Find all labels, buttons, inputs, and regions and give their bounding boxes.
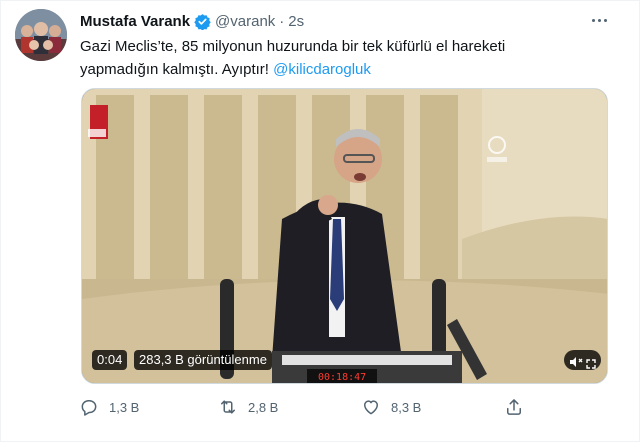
fullscreen-icon[interactable] (586, 355, 596, 369)
video-frame: 00:18:47 (82, 89, 607, 383)
like-icon (364, 400, 378, 415)
avatar[interactable] (15, 9, 67, 61)
share-icon (507, 399, 521, 415)
tweet-text: Gazi Meclis’te, 85 milyonun huzurunda bi… (80, 35, 560, 81)
tweet-card[interactable]: Mustafa Varank @varank · 2s Gazi Meclis’… (0, 0, 640, 442)
mention-link[interactable]: @kilicdarogluk (273, 61, 371, 78)
separator-dot: · (279, 12, 285, 30)
sound-icon[interactable] (569, 354, 583, 367)
retweet-button[interactable]: 2,8 B (218, 395, 278, 419)
more-icon[interactable] (586, 10, 612, 30)
like-count: 8,3 B (391, 399, 422, 415)
video-controls[interactable] (564, 350, 601, 370)
retweet-icon (221, 400, 235, 414)
author-name[interactable]: Mustafa Varank (80, 13, 190, 30)
video-duration: 0:04 (92, 350, 128, 370)
reply-icon (81, 400, 97, 416)
reply-count: 1,3 B (109, 399, 140, 415)
verified-badge-icon (194, 13, 211, 30)
podium-clock: 00:18:47 (318, 372, 366, 383)
tweet-header: Mustafa Varank @varank · 2s (80, 10, 304, 32)
video-player[interactable]: 00:18:47 (81, 88, 608, 384)
author-handle[interactable]: @varank (215, 13, 275, 30)
reply-button[interactable]: 1,3 B (79, 395, 139, 419)
like-button[interactable]: 8,3 B (361, 395, 421, 419)
video-views: 283,3 B görüntülenme (134, 350, 272, 370)
tweet-time[interactable]: 2s (288, 13, 304, 30)
retweet-count: 2,8 B (248, 399, 279, 415)
action-bar: 1,3 B 2,8 B 8,3 B (79, 395, 529, 419)
share-button[interactable] (504, 395, 534, 419)
